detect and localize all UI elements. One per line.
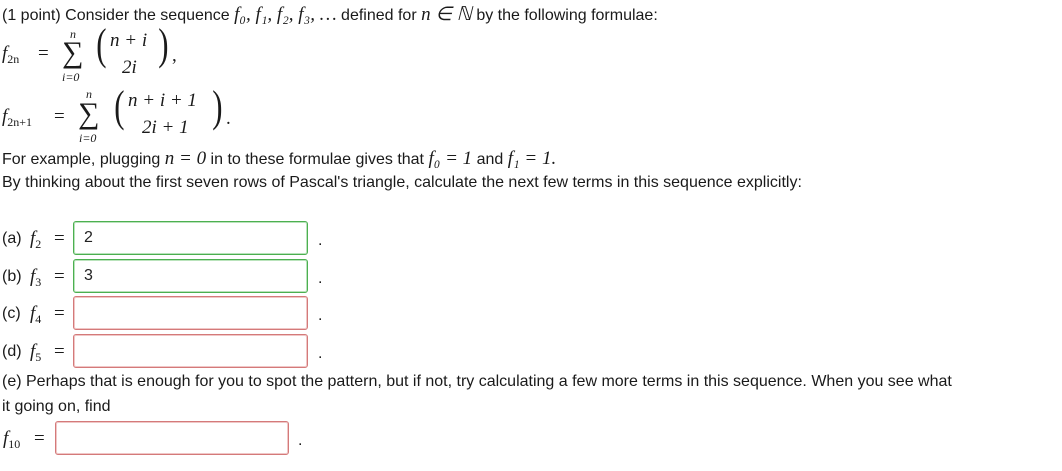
defined-for-text: defined for xyxy=(341,7,417,24)
equals-sign: = xyxy=(54,266,65,287)
part-variable: f4 xyxy=(30,303,42,326)
part-label: (b) xyxy=(2,268,22,285)
sequence-expression: f₀, f₁, f₂, f₃, … xyxy=(234,4,337,25)
equals-sign: = xyxy=(54,303,65,324)
part-label: (d) xyxy=(2,343,22,360)
part-variable: f10 xyxy=(3,428,21,451)
formula1-tail: , xyxy=(172,45,177,66)
f1-value: f₁ = 1. xyxy=(507,148,557,169)
formula2-binom-bottom: 2i + 1 xyxy=(142,117,189,138)
trailing-period: . xyxy=(318,345,323,362)
equals-sign: = xyxy=(34,428,45,449)
points-label: (1 point) Consider the sequence xyxy=(2,7,230,24)
equals-sign: = xyxy=(54,228,65,249)
summation-icon: ∑ xyxy=(78,97,100,130)
n-zero: n = 0 xyxy=(164,148,207,169)
trailing-period: . xyxy=(318,232,323,249)
formula2-sum-lower: i=0 xyxy=(79,131,97,145)
right-paren-icon: ) xyxy=(212,82,223,131)
answer-input-f2[interactable]: 2 xyxy=(73,221,308,255)
part-variable: f2 xyxy=(30,228,42,251)
formula2-tail: . xyxy=(226,108,231,129)
example-text: For example, plugging n = 0 in to these … xyxy=(2,148,557,169)
part-label: (c) xyxy=(2,305,21,322)
part-label: (a) xyxy=(2,230,22,247)
part-e-text-line2: it going on, find xyxy=(2,398,111,415)
right-paren-icon: ) xyxy=(158,20,169,69)
following-text: by the following formulae: xyxy=(476,7,658,24)
trailing-period: . xyxy=(318,270,323,287)
formula1-eq: = xyxy=(38,43,49,64)
answer-input-f5[interactable] xyxy=(73,334,308,368)
trailing-period: . xyxy=(318,307,323,324)
left-paren-icon: ( xyxy=(96,20,107,69)
left-paren-icon: ( xyxy=(114,82,125,131)
answer-input-f3[interactable]: 3 xyxy=(73,259,308,293)
part-variable: f3 xyxy=(30,266,42,289)
answer-input-f4[interactable] xyxy=(73,296,308,330)
part-e-text-line1: (e) Perhaps that is enough for you to sp… xyxy=(2,373,952,390)
n-in-naturals: n ∈ ℕ xyxy=(421,4,472,25)
instruction-text: By thinking about the first seven rows o… xyxy=(2,174,802,191)
formula1-binom-top: n + i xyxy=(110,30,148,51)
formula1-lhs: f2n xyxy=(2,43,20,66)
formula1-binom-bottom: 2i xyxy=(122,57,137,78)
trailing-period: . xyxy=(298,432,303,449)
f0-value: f₀ = 1 xyxy=(428,148,473,169)
part-variable: f5 xyxy=(30,341,42,364)
summation-icon: ∑ xyxy=(62,36,84,69)
formula2-eq: = xyxy=(54,106,65,127)
answer-input-f10[interactable] xyxy=(55,421,289,455)
formula2-lhs: f2n+1 xyxy=(2,106,33,129)
equals-sign: = xyxy=(54,341,65,362)
formula2-binom-top: n + i + 1 xyxy=(128,90,197,111)
formula1-sum-lower: i=0 xyxy=(62,70,80,84)
